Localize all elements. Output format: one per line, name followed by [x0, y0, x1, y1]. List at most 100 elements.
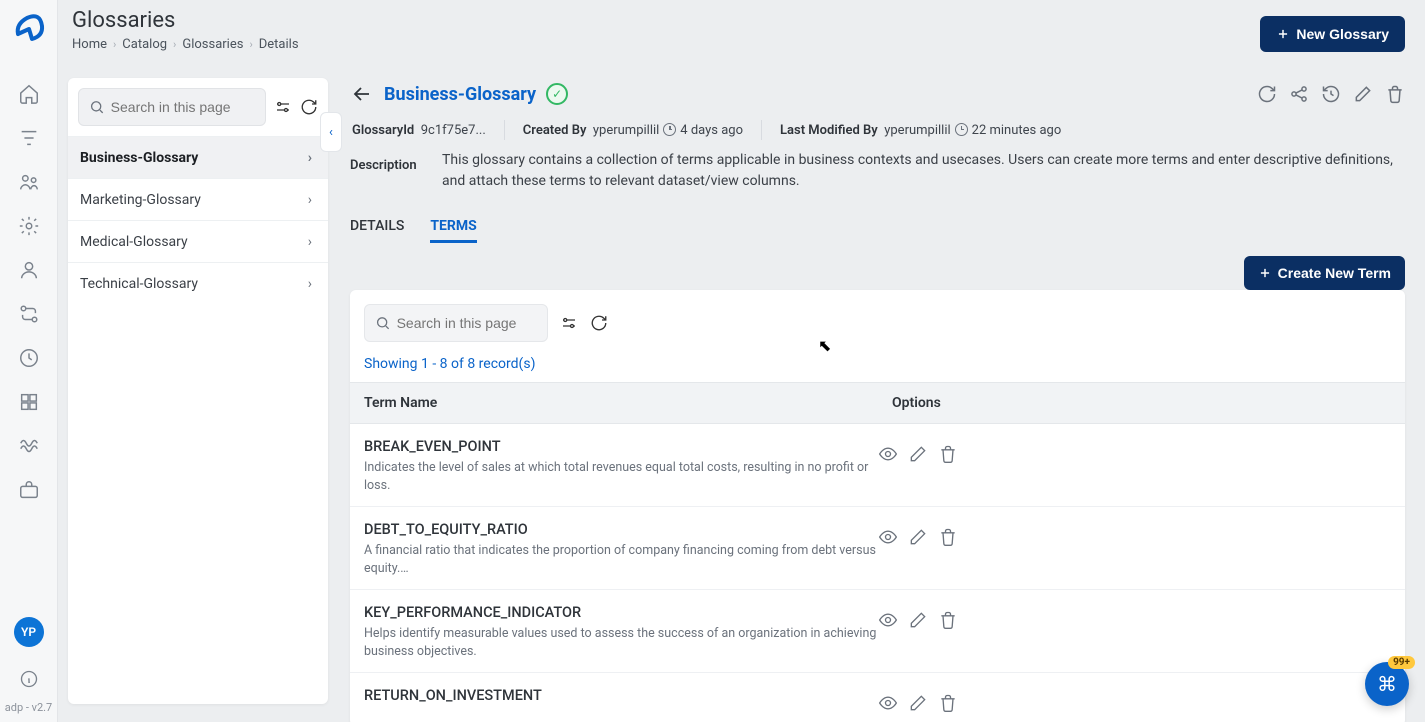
- delete-icon[interactable]: [1385, 84, 1405, 104]
- meta-label: Last Modified By: [780, 123, 878, 138]
- glossary-list-item[interactable]: Medical-Glossary ›: [68, 220, 328, 262]
- terms-search[interactable]: [364, 304, 548, 342]
- nav-settings-icon[interactable]: [16, 213, 42, 239]
- tab-bar: DETAILS TERMS: [350, 212, 1405, 244]
- breadcrumb-item: Details: [259, 37, 299, 52]
- tab-details[interactable]: DETAILS: [350, 212, 404, 243]
- delete-icon[interactable]: [938, 693, 958, 713]
- delete-icon[interactable]: [938, 527, 958, 547]
- meta-label: GlossaryId: [352, 123, 414, 138]
- glossary-item-label: Marketing-Glossary: [80, 192, 201, 208]
- collapse-sidebar-button[interactable]: ‹: [320, 112, 342, 152]
- terms-table-card: Showing 1 - 8 of 8 record(s) Term Name O…: [350, 290, 1405, 722]
- view-icon[interactable]: [878, 444, 898, 464]
- edit-icon[interactable]: [908, 693, 928, 713]
- create-term-button[interactable]: Create New Term: [1244, 256, 1405, 290]
- chevron-right-icon: ›: [308, 192, 312, 208]
- meta-row: GlossaryId 9c1f75e7... Created By yperum…: [352, 120, 1405, 140]
- refresh-icon[interactable]: [300, 98, 318, 116]
- status-verified-icon: ✓: [546, 83, 568, 105]
- breadcrumb-item[interactable]: Glossaries: [182, 37, 243, 52]
- term-desc: Indicates the level of sales at which to…: [364, 459, 878, 494]
- term-name: BREAK_EVEN_POINT: [364, 438, 878, 455]
- clock-icon: [955, 123, 968, 136]
- view-icon[interactable]: [878, 610, 898, 630]
- record-count: Showing 1 - 8 of 8 record(s): [350, 352, 1405, 382]
- delete-icon[interactable]: [938, 444, 958, 464]
- page-header: Glossaries Home › Catalog › Glossaries › De…: [58, 0, 1425, 68]
- nav-filter-icon[interactable]: [16, 125, 42, 151]
- view-icon[interactable]: [878, 693, 898, 713]
- glossary-list-panel: Business-Glossary › Marketing-Glossary ›…: [68, 78, 328, 704]
- nav-profile-icon[interactable]: [16, 257, 42, 283]
- glossary-list-item[interactable]: Business-Glossary ›: [68, 136, 328, 178]
- glossary-list-item[interactable]: Marketing-Glossary ›: [68, 178, 328, 220]
- chevron-right-icon: ›: [308, 276, 312, 292]
- table-row: RETURN_ON_INVESTMENT: [350, 673, 1405, 722]
- nav-briefcase-icon[interactable]: [16, 477, 42, 503]
- term-name: RETURN_ON_INVESTMENT: [364, 687, 878, 704]
- glossary-item-label: Technical-Glossary: [80, 276, 198, 292]
- sidebar-search-input[interactable]: [111, 99, 255, 115]
- description-text: This glossary contains a collection of t…: [442, 150, 1405, 192]
- breadcrumb: Home › Catalog › Glossaries › Details: [72, 37, 1401, 52]
- command-fab[interactable]: ⌘ 99+: [1365, 662, 1409, 706]
- meta-value: 9c1f75e7...: [421, 123, 486, 138]
- table-row: DEBT_TO_EQUITY_RATIO A financial ratio t…: [350, 507, 1405, 590]
- edit-icon[interactable]: [1353, 84, 1373, 104]
- nav-home-icon[interactable]: [16, 81, 42, 107]
- chevron-right-icon: ›: [173, 38, 176, 51]
- new-glossary-button[interactable]: New Glossary: [1260, 16, 1405, 52]
- term-name: DEBT_TO_EQUITY_RATIO: [364, 521, 878, 538]
- table-row: BREAK_EVEN_POINT Indicates the level of …: [350, 424, 1405, 507]
- chevron-right-icon: ›: [308, 150, 312, 166]
- delete-icon[interactable]: [938, 610, 958, 630]
- back-arrow-icon[interactable]: [350, 82, 374, 106]
- user-avatar[interactable]: YP: [14, 617, 44, 647]
- detail-title: Business-Glossary: [384, 84, 536, 105]
- nav-time-icon[interactable]: [16, 345, 42, 371]
- app-logo: [12, 10, 46, 44]
- filter-icon[interactable]: [560, 314, 578, 332]
- main-content: Business-Glossary ✓ GlossaryId 9c1f75e7.…: [348, 78, 1425, 722]
- meta-label: Created By: [523, 123, 587, 138]
- divider: [504, 120, 505, 140]
- edit-icon[interactable]: [908, 444, 928, 464]
- tab-terms[interactable]: TERMS: [430, 212, 476, 243]
- refresh-icon[interactable]: [590, 314, 608, 332]
- chevron-right-icon: ›: [113, 38, 116, 51]
- nav-people-icon[interactable]: [16, 169, 42, 195]
- meta-value: yperumpillil: [593, 123, 659, 138]
- breadcrumb-item[interactable]: Catalog: [122, 37, 167, 52]
- breadcrumb-item[interactable]: Home: [72, 37, 107, 52]
- col-term-name: Term Name: [350, 383, 878, 423]
- sidebar-search[interactable]: [78, 88, 266, 126]
- new-glossary-label: New Glossary: [1296, 26, 1389, 42]
- create-term-label: Create New Term: [1278, 265, 1391, 281]
- refresh-icon[interactable]: [1257, 84, 1277, 104]
- meta-value: 22 minutes ago: [972, 123, 1062, 138]
- term-desc: Helps identify measurable values used to…: [364, 625, 878, 660]
- filter-icon[interactable]: [274, 98, 292, 116]
- nav-grid-icon[interactable]: [16, 389, 42, 415]
- glossary-list-item[interactable]: Technical-Glossary ›: [68, 262, 328, 304]
- edit-icon[interactable]: [908, 527, 928, 547]
- term-desc: A financial ratio that indicates the pro…: [364, 542, 878, 577]
- history-icon[interactable]: [1321, 84, 1341, 104]
- nav-flow-icon[interactable]: [16, 301, 42, 327]
- nav-rail: YP adp - v2.7: [0, 0, 58, 722]
- table-header: Term Name Options: [350, 382, 1405, 424]
- share-icon[interactable]: [1289, 84, 1309, 104]
- info-icon[interactable]: [16, 666, 42, 692]
- clock-icon: [663, 123, 676, 136]
- glossary-item-label: Medical-Glossary: [80, 234, 188, 250]
- nav-wave-icon[interactable]: [16, 433, 42, 459]
- table-row: KEY_PERFORMANCE_INDICATOR Helps identify…: [350, 590, 1405, 673]
- meta-value: 4 days ago: [680, 123, 743, 138]
- view-icon[interactable]: [878, 527, 898, 547]
- terms-search-input[interactable]: [397, 315, 537, 331]
- chevron-right-icon: ›: [249, 38, 252, 51]
- edit-icon[interactable]: [908, 610, 928, 630]
- meta-value: yperumpillil: [884, 123, 950, 138]
- command-icon: ⌘: [1377, 672, 1397, 696]
